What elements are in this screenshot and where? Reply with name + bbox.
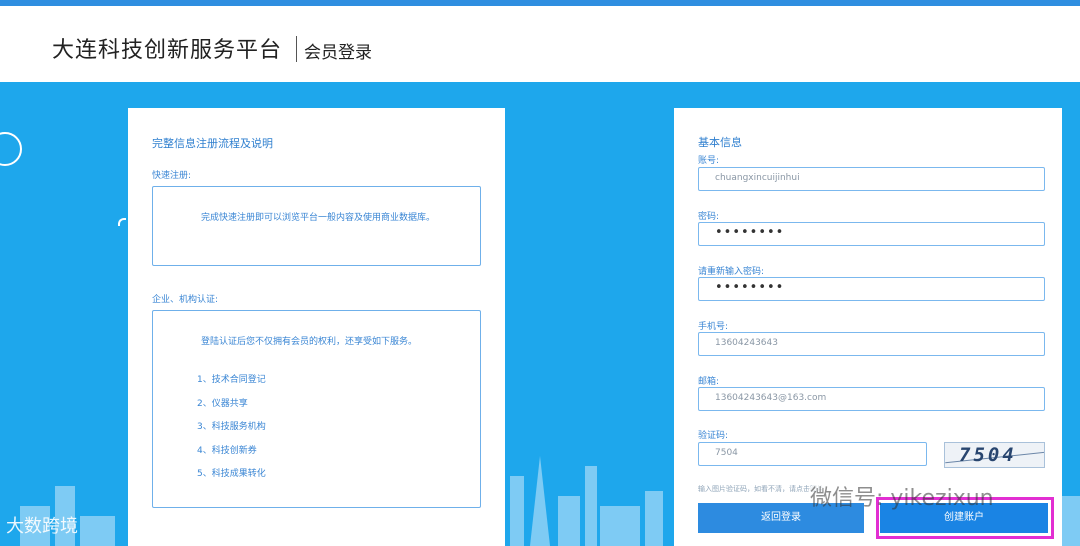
confirm-password-label: 请重新输入密码: (698, 267, 765, 277)
benefit-item: 5、科技成果转化 (197, 469, 266, 479)
captcha-image-text: 7504 (959, 444, 1017, 466)
benefit-item: 4、科技创新券 (197, 446, 257, 456)
account-label: 账号: (698, 156, 720, 166)
email-label: 邮箱: (698, 377, 720, 387)
header-divider (296, 36, 297, 62)
org-cert-box: 登陆认证后您不仅拥有会员的权利，还享受如下服务。 1、技术合同登记 2、仪器共享… (152, 310, 481, 508)
quick-register-description: 完成快速注册即可以浏览平台一般内容及使用商业数据库。 (201, 213, 436, 223)
captcha-image[interactable]: 7504 (944, 442, 1045, 468)
decorative-curve (118, 218, 126, 226)
site-header: 大连科技创新服务平台 会员登录 (0, 6, 1080, 82)
quick-register-box: 完成快速注册即可以浏览平台一般内容及使用商业数据库。 (152, 186, 481, 266)
org-cert-label: 企业、机构认证: (152, 295, 219, 305)
password-label: 密码: (698, 212, 720, 222)
phone-input[interactable]: 13604243643 (698, 332, 1045, 356)
confirm-password-input[interactable]: •••••••• (698, 277, 1045, 301)
brand-watermark: 大数跨境 (6, 516, 78, 537)
panel-title: 完整信息注册流程及说明 (152, 137, 273, 150)
quick-register-label: 快速注册: (152, 171, 192, 181)
captcha-input[interactable]: 7504 (698, 442, 927, 466)
benefit-item: 3、科技服务机构 (197, 422, 266, 432)
decorative-circle (0, 132, 22, 166)
main-stage: 完整信息注册流程及说明 快速注册: 完成快速注册即可以浏览平台一般内容及使用商业… (0, 82, 1080, 546)
account-input[interactable]: chuangxincuijinhui (698, 167, 1045, 191)
registration-info-panel: 完整信息注册流程及说明 快速注册: 完成快速注册即可以浏览平台一般内容及使用商业… (128, 108, 505, 546)
captcha-hint: 输入图片验证码，如看不清，请点击图片 (698, 485, 824, 493)
form-section-title: 基本信息 (698, 136, 742, 149)
captcha-label: 验证码: (698, 431, 729, 441)
email-input[interactable]: 13604243643@163.com (698, 387, 1045, 411)
site-title: 大连科技创新服务平台 (52, 38, 283, 63)
page-title: 会员登录 (304, 43, 372, 63)
phone-label: 手机号: (698, 322, 729, 332)
benefit-item: 1、技术合同登记 (197, 375, 266, 385)
password-input[interactable]: •••••••• (698, 222, 1045, 246)
wechat-watermark: 微信号: yikezixun (810, 486, 994, 511)
org-cert-description: 登陆认证后您不仅拥有会员的权利，还享受如下服务。 (201, 337, 418, 347)
benefit-item: 2、仪器共享 (197, 399, 248, 409)
